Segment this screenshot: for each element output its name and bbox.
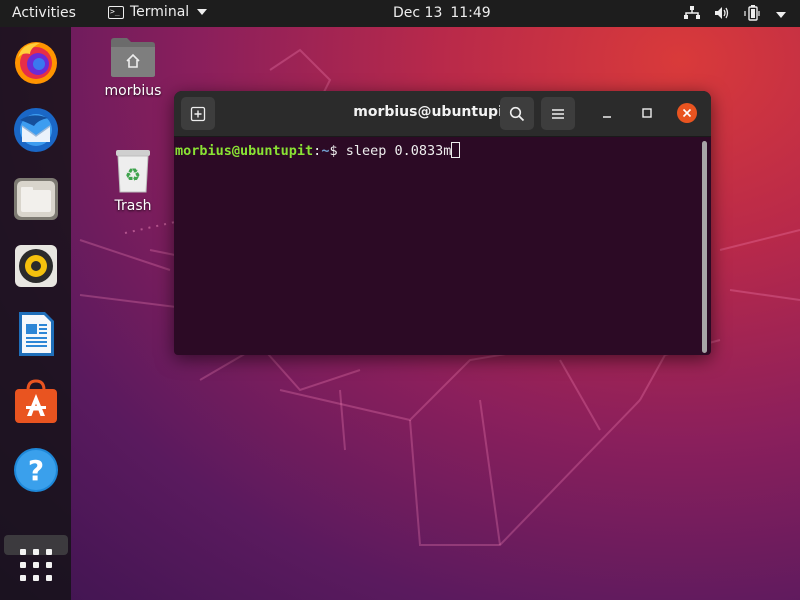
home-folder-icon (111, 38, 155, 77)
volume-icon[interactable] (714, 6, 730, 24)
close-button[interactable] (677, 103, 697, 123)
clock-date: Dec 13 (393, 5, 443, 21)
menu-button[interactable] (541, 97, 575, 130)
terminal-output[interactable]: morbius@ubuntupit:~$ sleep 0.0833m (174, 137, 711, 355)
terminal-window[interactable]: morbius@ubuntupit: ~ morbius@ubuntupit:~… (174, 91, 711, 355)
battery-icon[interactable] (744, 5, 762, 25)
hamburger-menu-icon (552, 108, 564, 119)
prompt-user-host: morbius@ubuntupit (175, 143, 314, 159)
clock-time: 11:49 (450, 5, 491, 21)
svg-text:♻: ♻ (125, 165, 141, 186)
software-center-icon[interactable] (12, 378, 60, 426)
thunderbird-icon[interactable] (12, 106, 60, 154)
command-line: morbius@ubuntupit:~$ sleep 0.0833m (175, 142, 461, 159)
files-icon[interactable] (12, 175, 60, 223)
scrollbar[interactable] (702, 141, 707, 353)
dock: ? (0, 27, 71, 600)
system-tray[interactable] (684, 5, 786, 25)
show-apps-icon[interactable] (15, 544, 57, 586)
trash-icon: ♻ (116, 150, 150, 193)
minimize-icon (603, 116, 611, 118)
terminal-icon: >_ (108, 5, 124, 19)
desktop-icon-trash[interactable]: ♻ Trash (103, 148, 163, 214)
help-icon[interactable]: ? (12, 446, 60, 494)
minimize-button[interactable] (597, 103, 617, 123)
app-menu-label: Terminal (130, 4, 190, 20)
top-bar: Activities >_ Terminal Dec 13 11:49 (0, 0, 800, 27)
close-icon (682, 108, 692, 118)
firefox-icon[interactable] (12, 38, 60, 86)
search-button[interactable] (500, 97, 534, 130)
chevron-down-icon (197, 9, 208, 15)
rhythmbox-icon[interactable] (12, 242, 60, 290)
svg-text:?: ? (28, 454, 44, 487)
new-tab-button[interactable] (181, 97, 215, 130)
new-tab-icon (190, 106, 206, 121)
desktop-icon-label: morbius (104, 83, 162, 99)
desktop-icon-home[interactable]: morbius (103, 35, 163, 99)
maximize-icon (642, 108, 652, 118)
search-icon (509, 106, 525, 121)
command-text: sleep 0.0833m (345, 143, 452, 159)
chevron-down-icon[interactable] (776, 7, 786, 23)
prompt-symbol: $ (329, 143, 346, 159)
desktop-icon-label: Trash (114, 198, 152, 214)
libreoffice-writer-icon[interactable] (12, 310, 60, 358)
network-icon[interactable] (684, 6, 700, 24)
terminal-header-bar[interactable]: morbius@ubuntupit: ~ (174, 91, 711, 137)
window-title: morbius@ubuntupit: ~ (353, 104, 532, 120)
text-cursor (451, 142, 461, 158)
app-menu[interactable]: >_ Terminal (108, 4, 208, 20)
clock[interactable]: Dec 13 11:49 (393, 5, 491, 21)
maximize-button[interactable] (637, 103, 657, 123)
activities-button[interactable]: Activities (12, 5, 76, 21)
